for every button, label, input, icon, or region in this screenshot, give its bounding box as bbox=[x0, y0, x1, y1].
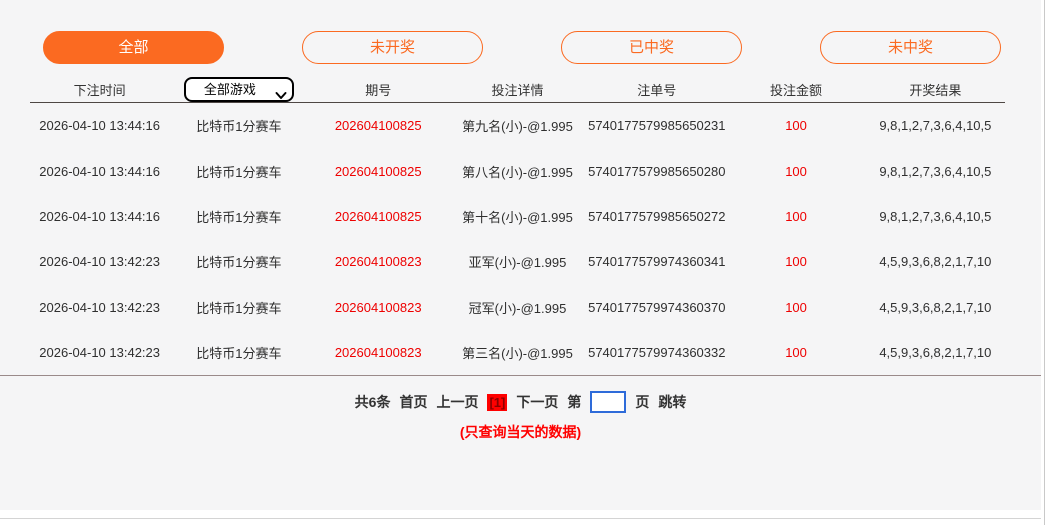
status-filter-tabs: 全部 未开奖 已中奖 未中奖 bbox=[43, 31, 1001, 64]
cell-result: 4,5,9,3,6,8,2,1,7,10 bbox=[866, 300, 1005, 315]
table-body: 2026-04-10 13:44:16 比特币1分赛车 202604100825… bbox=[0, 103, 1041, 376]
cell-period: 202604100823 bbox=[309, 254, 448, 269]
cell-amount: 100 bbox=[726, 164, 865, 179]
cell-game: 比特币1分赛车 bbox=[169, 207, 308, 226]
cell-time: 2026-04-10 13:42:23 bbox=[30, 254, 169, 269]
tab-won[interactable]: 已中奖 bbox=[561, 31, 742, 64]
tab-not-won[interactable]: 未中奖 bbox=[820, 31, 1001, 64]
records-panel: 全部 未开奖 已中奖 未中奖 下注时间 全部游戏 期号 投注详情 注单号 投注金… bbox=[0, 0, 1041, 510]
tab-all[interactable]: 全部 bbox=[43, 31, 224, 64]
game-select[interactable]: 全部游戏 bbox=[184, 77, 294, 102]
page-suffix-label: 页 bbox=[635, 392, 649, 412]
cell-result: 9,8,1,2,7,3,6,4,10,5 bbox=[866, 118, 1005, 133]
header-order-number: 注单号 bbox=[587, 80, 726, 99]
cell-time: 2026-04-10 13:44:16 bbox=[30, 164, 169, 179]
cell-period: 202604100825 bbox=[309, 209, 448, 224]
cell-period: 202604100823 bbox=[309, 345, 448, 360]
cell-result: 9,8,1,2,7,3,6,4,10,5 bbox=[866, 209, 1005, 224]
cell-order: 5740177579974360370 bbox=[587, 300, 726, 315]
tab-not-drawn[interactable]: 未开奖 bbox=[302, 31, 483, 64]
right-edge-divider bbox=[1044, 0, 1045, 525]
cell-result: 4,5,9,3,6,8,2,1,7,10 bbox=[866, 254, 1005, 269]
cell-detail: 第八名(小)-@1.995 bbox=[448, 162, 587, 181]
cell-order: 5740177579985650231 bbox=[587, 118, 726, 133]
cell-result: 4,5,9,3,6,8,2,1,7,10 bbox=[866, 345, 1005, 360]
cell-time: 2026-04-10 13:44:16 bbox=[30, 118, 169, 133]
cell-detail: 亚军(小)-@1.995 bbox=[448, 252, 587, 271]
cell-result: 9,8,1,2,7,3,6,4,10,5 bbox=[866, 164, 1005, 179]
cell-period: 202604100823 bbox=[309, 300, 448, 315]
cell-amount: 100 bbox=[726, 118, 865, 133]
cell-amount: 100 bbox=[726, 300, 865, 315]
table-row: 2026-04-10 13:44:16 比特币1分赛车 202604100825… bbox=[30, 194, 1005, 239]
header-period: 期号 bbox=[309, 80, 448, 99]
table-row: 2026-04-10 13:42:23 比特币1分赛车 202604100823… bbox=[30, 330, 1005, 375]
cell-game: 比特币1分赛车 bbox=[169, 298, 308, 317]
pagination: 共6条 首页 上一页 [1] 下一页 第 页 跳转 bbox=[0, 391, 1041, 413]
cell-game: 比特币1分赛车 bbox=[169, 343, 308, 362]
header-bet-time: 下注时间 bbox=[30, 80, 169, 99]
next-page-link[interactable]: 下一页 bbox=[516, 392, 558, 412]
cell-period: 202604100825 bbox=[309, 118, 448, 133]
cell-order: 5740177579974360332 bbox=[587, 345, 726, 360]
header-game-filter: 全部游戏 bbox=[169, 77, 308, 102]
cell-amount: 100 bbox=[726, 254, 865, 269]
page-number-input[interactable] bbox=[590, 391, 626, 413]
table-row: 2026-04-10 13:42:23 比特币1分赛车 202604100823… bbox=[30, 239, 1005, 284]
cell-time: 2026-04-10 13:44:16 bbox=[30, 209, 169, 224]
cell-order: 5740177579985650272 bbox=[587, 209, 726, 224]
cell-time: 2026-04-10 13:42:23 bbox=[30, 300, 169, 315]
table-row: 2026-04-10 13:42:23 比特币1分赛车 202604100823… bbox=[30, 285, 1005, 330]
table-header-row: 下注时间 全部游戏 期号 投注详情 注单号 投注金额 开奖结果 bbox=[30, 77, 1005, 103]
prev-page-link[interactable]: 上一页 bbox=[436, 392, 478, 412]
cell-game: 比特币1分赛车 bbox=[169, 162, 308, 181]
cell-detail: 冠军(小)-@1.995 bbox=[448, 298, 587, 317]
header-bet-amount: 投注金额 bbox=[726, 80, 865, 99]
current-page-indicator[interactable]: [1] bbox=[487, 394, 507, 411]
first-page-link[interactable]: 首页 bbox=[399, 392, 427, 412]
cell-amount: 100 bbox=[726, 209, 865, 224]
cell-period: 202604100825 bbox=[309, 164, 448, 179]
header-draw-result: 开奖结果 bbox=[866, 80, 1005, 99]
today-only-note: (只查询当天的数据) bbox=[0, 422, 1041, 442]
cell-detail: 第三名(小)-@1.995 bbox=[448, 343, 587, 362]
cell-game: 比特币1分赛车 bbox=[169, 116, 308, 135]
table-row: 2026-04-10 13:44:16 比特币1分赛车 202604100825… bbox=[30, 148, 1005, 193]
total-count: 共6条 bbox=[355, 392, 391, 412]
cell-order: 5740177579985650280 bbox=[587, 164, 726, 179]
page-prefix-label: 第 bbox=[567, 392, 581, 412]
header-bet-detail: 投注详情 bbox=[448, 80, 587, 99]
jump-button[interactable]: 跳转 bbox=[658, 392, 686, 412]
cell-detail: 第九名(小)-@1.995 bbox=[448, 116, 587, 135]
cell-amount: 100 bbox=[726, 345, 865, 360]
bottom-edge-divider bbox=[0, 518, 1041, 519]
cell-game: 比特币1分赛车 bbox=[169, 252, 308, 271]
cell-detail: 第十名(小)-@1.995 bbox=[448, 207, 587, 226]
cell-time: 2026-04-10 13:42:23 bbox=[30, 345, 169, 360]
table-row: 2026-04-10 13:44:16 比特币1分赛车 202604100825… bbox=[30, 103, 1005, 148]
cell-order: 5740177579974360341 bbox=[587, 254, 726, 269]
